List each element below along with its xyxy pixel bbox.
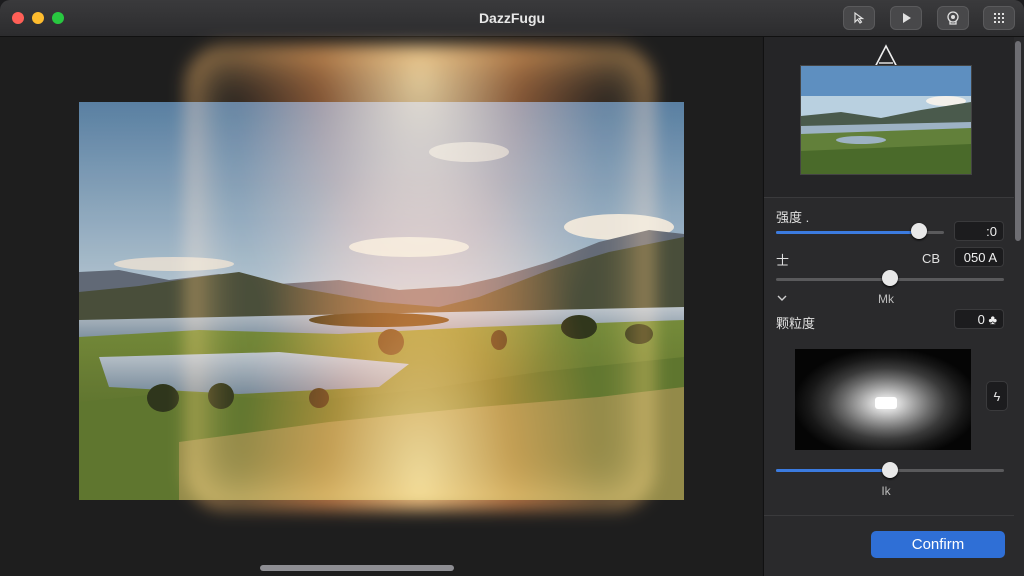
grain-center-marker: [875, 397, 897, 409]
grain-slider-fill: [776, 469, 890, 472]
play-icon: [903, 13, 911, 23]
panel-divider: [764, 515, 1014, 516]
lens-icon: [947, 11, 959, 25]
intensity-value-field[interactable]: :0: [954, 221, 1004, 241]
grid-button[interactable]: [983, 6, 1015, 30]
canvas-area[interactable]: [0, 37, 762, 576]
tone-slider-knob[interactable]: [882, 270, 898, 286]
photo-preview[interactable]: [79, 102, 684, 500]
intensity-slider-knob[interactable]: [911, 223, 927, 239]
tone-label: 士: [776, 253, 790, 268]
grain-value-field[interactable]: 0 ♣: [954, 309, 1004, 329]
title-bar: DazzFugu: [0, 0, 1024, 37]
horizontal-scrollbar[interactable]: [260, 565, 454, 571]
lightning-icon: ϟ: [993, 388, 1001, 404]
select-tool-button[interactable]: [843, 6, 875, 30]
thumbnail-section: [764, 37, 1014, 198]
chevron-down-icon[interactable]: [776, 293, 788, 303]
thumbnail-preview[interactable]: [801, 66, 971, 174]
grain-caption: Ik: [881, 484, 891, 498]
adjustments-panel: 强度 . :0 士 CB 050 A Mk 颗粒度 0 ♣ ϟ Ik Confi…: [763, 37, 1024, 576]
panel-scrollbar[interactable]: [1015, 41, 1021, 241]
grain-label: 颗粒度: [776, 316, 816, 331]
grid-icon: [994, 13, 1004, 23]
lens-button[interactable]: [937, 6, 969, 30]
tone-value-field[interactable]: 050 A: [954, 247, 1004, 267]
intensity-label: 强度 .: [776, 210, 810, 225]
grain-slider-knob[interactable]: [882, 462, 898, 478]
tone-caption: Mk: [878, 292, 894, 306]
intensity-slider-fill: [776, 231, 919, 234]
randomize-button[interactable]: ϟ: [986, 381, 1008, 411]
grain-preview[interactable]: [795, 349, 971, 450]
tone-unit-label: CB: [922, 251, 941, 266]
play-button[interactable]: [890, 6, 922, 30]
select-arrow-icon: [854, 11, 865, 24]
confirm-button[interactable]: Confirm: [871, 531, 1005, 558]
